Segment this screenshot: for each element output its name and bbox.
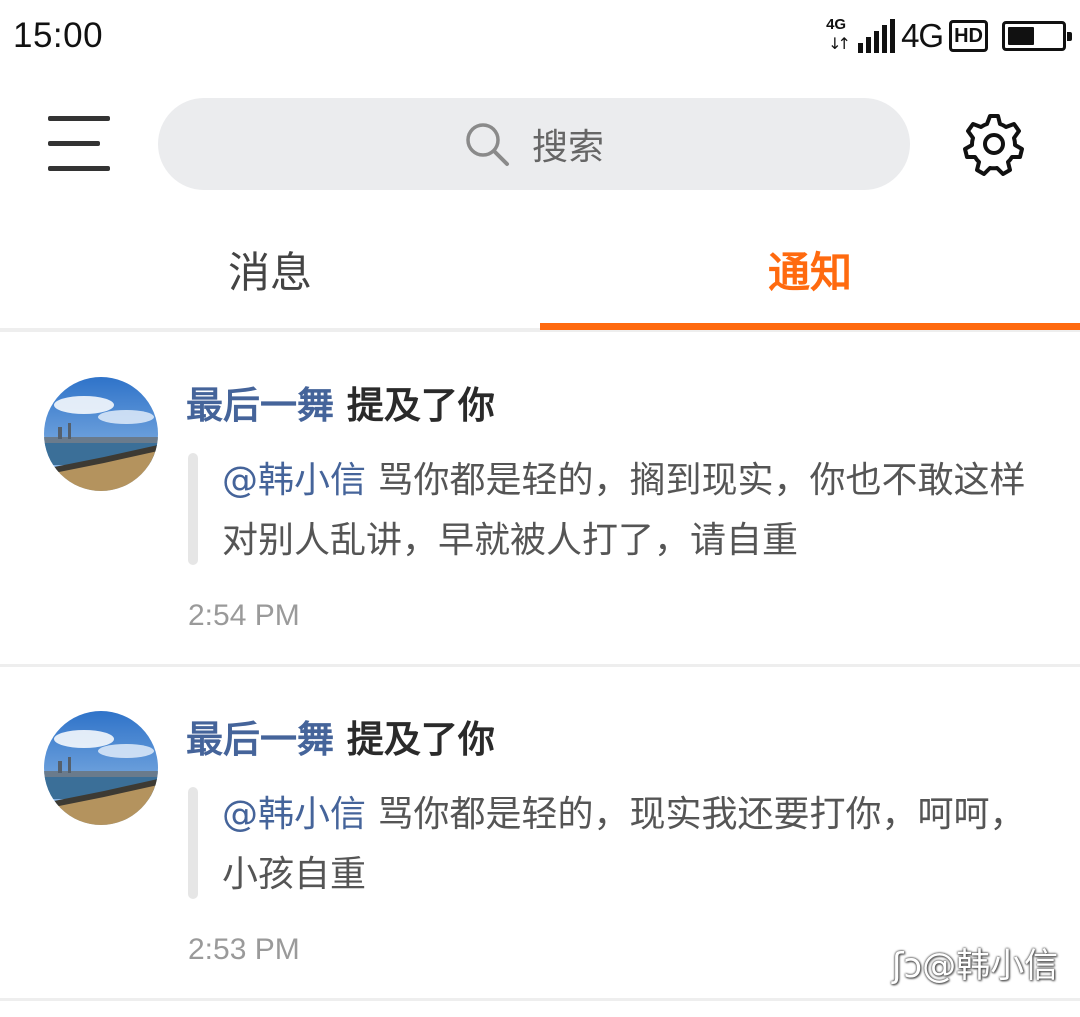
search-icon — [466, 123, 509, 166]
active-tab-indicator — [540, 323, 1080, 330]
status-time: 15:00 — [13, 16, 104, 55]
gear-icon[interactable] — [962, 112, 1026, 176]
notification-title: 最后一舞 提及了你 — [186, 375, 495, 429]
network-small-label: 4G — [826, 16, 847, 33]
data-arrows-glyph: ↓↑ — [828, 34, 851, 53]
search-input[interactable]: 搜索 — [158, 98, 910, 190]
avatar[interactable] — [44, 377, 158, 491]
watermark-text: @韩小信 — [922, 946, 1059, 986]
status-bar: 15:00 4G ↓↑ 4G HD — [0, 0, 1080, 78]
battery-fill — [1008, 27, 1034, 45]
mention-link[interactable]: @韩小信 — [222, 794, 366, 835]
notification-username[interactable]: 最后一舞 — [186, 384, 334, 427]
notification-action: 提及了你 — [346, 384, 495, 427]
hd-badge: HD — [949, 20, 988, 52]
signal-icon — [858, 19, 896, 53]
data-arrows-icon: 4G ↓↑ — [826, 16, 852, 56]
search-placeholder: 搜索 — [531, 127, 604, 168]
notification-time: 2:54 PM — [188, 599, 300, 632]
tab-messages[interactable]: 消息 — [0, 230, 540, 332]
menu-icon[interactable] — [48, 116, 110, 172]
watermark-logo-icon: ʃɔ — [892, 946, 923, 986]
notification-quote: @韩小信 骂你都是轻的，现实我还要打你，呵呵，小孩自重 — [222, 785, 1042, 905]
network-label: 4G — [901, 17, 944, 54]
quote-bar — [188, 787, 198, 899]
notification-action: 提及了你 — [346, 718, 495, 761]
mention-link[interactable]: @韩小信 — [222, 460, 366, 501]
quote-bar — [188, 453, 198, 565]
notification-username[interactable]: 最后一舞 — [186, 718, 334, 761]
tab-bar: 消息 通知 — [0, 230, 1080, 332]
avatar[interactable] — [44, 711, 158, 825]
tab-notifications[interactable]: 通知 — [540, 230, 1080, 332]
notification-quote: @韩小信 骂你都是轻的，搁到现实，你也不敢这样对别人乱讲，早就被人打了，请自重 — [222, 451, 1042, 571]
notification-item[interactable]: 最后一舞 提及了你 @韩小信 骂你都是轻的，搁到现实，你也不敢这样对别人乱讲，早… — [0, 333, 1080, 667]
status-icons: 4G ↓↑ 4G HD — [826, 16, 1072, 56]
watermark: ʃɔ@韩小信 — [892, 938, 1058, 987]
notification-title: 最后一舞 提及了你 — [186, 709, 495, 763]
notification-time: 2:53 PM — [188, 933, 300, 966]
battery-icon — [1002, 21, 1072, 51]
